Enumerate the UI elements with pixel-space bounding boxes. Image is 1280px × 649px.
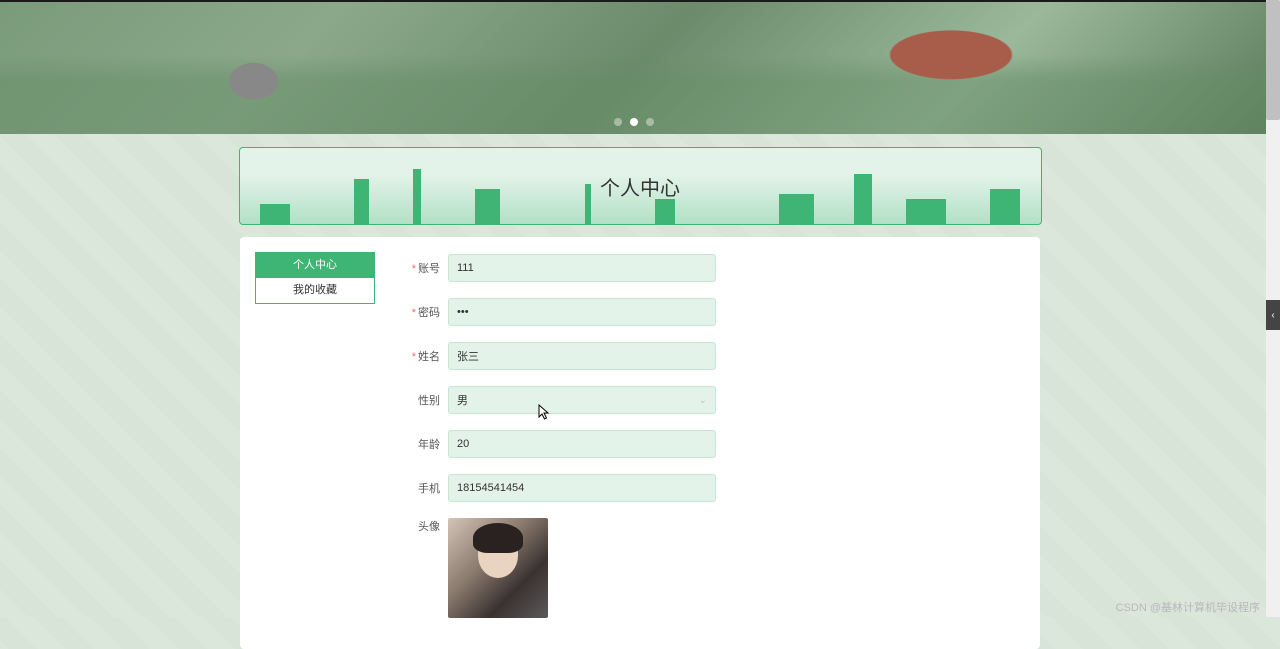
account-input[interactable] <box>448 254 716 282</box>
form-row-name: *姓名 <box>395 342 1025 370</box>
name-label: *姓名 <box>395 348 440 364</box>
password-input[interactable] <box>448 298 716 326</box>
form-row-password: *密码 <box>395 298 1025 326</box>
age-label: 年龄 <box>395 436 440 452</box>
sidebar-nav: 个人中心 我的收藏 <box>255 252 375 634</box>
name-input[interactable] <box>448 342 716 370</box>
nav-item-profile[interactable]: 个人中心 <box>255 252 375 278</box>
carousel-dot-0[interactable] <box>614 118 622 126</box>
profile-form: *账号 *密码 *姓名 性别 男 ⌄ <box>395 252 1025 634</box>
carousel-dot-2[interactable] <box>646 118 654 126</box>
watermark-text: CSDN @基林计算机毕设程序 <box>1116 599 1260 615</box>
scrollbar-thumb[interactable] <box>1266 0 1280 120</box>
main-content: 个人中心 我的收藏 *账号 *密码 *姓名 <box>240 237 1040 649</box>
chevron-left-icon: ‹ <box>1271 310 1274 321</box>
page-title: 个人中心 <box>600 172 680 201</box>
chevron-down-icon: ⌄ <box>699 395 707 406</box>
phone-input[interactable] <box>448 474 716 502</box>
gender-value: 男 <box>457 392 468 408</box>
carousel-dot-1[interactable] <box>630 118 638 126</box>
form-row-age: 年龄 <box>395 430 1025 458</box>
page-title-panel: 个人中心 <box>239 147 1042 225</box>
carousel-dots <box>614 118 654 126</box>
form-row-account: *账号 <box>395 254 1025 282</box>
account-label: *账号 <box>395 260 440 276</box>
form-row-phone: 手机 <box>395 474 1025 502</box>
gender-label: 性别 <box>395 392 440 408</box>
side-collapse-tab[interactable]: ‹ <box>1266 300 1280 330</box>
nav-item-label: 个人中心 <box>293 259 337 271</box>
gender-select[interactable]: 男 ⌄ <box>448 386 716 414</box>
age-input[interactable] <box>448 430 716 458</box>
hero-banner <box>0 0 1268 134</box>
nav-item-favorites[interactable]: 我的收藏 <box>255 278 375 304</box>
password-label: *密码 <box>395 304 440 320</box>
form-row-avatar: 头像 <box>395 518 1025 618</box>
nav-item-label: 我的收藏 <box>293 284 337 296</box>
form-row-gender: 性别 男 ⌄ <box>395 386 1025 414</box>
avatar-label: 头像 <box>395 518 440 534</box>
avatar-image[interactable] <box>448 518 548 618</box>
phone-label: 手机 <box>395 480 440 496</box>
